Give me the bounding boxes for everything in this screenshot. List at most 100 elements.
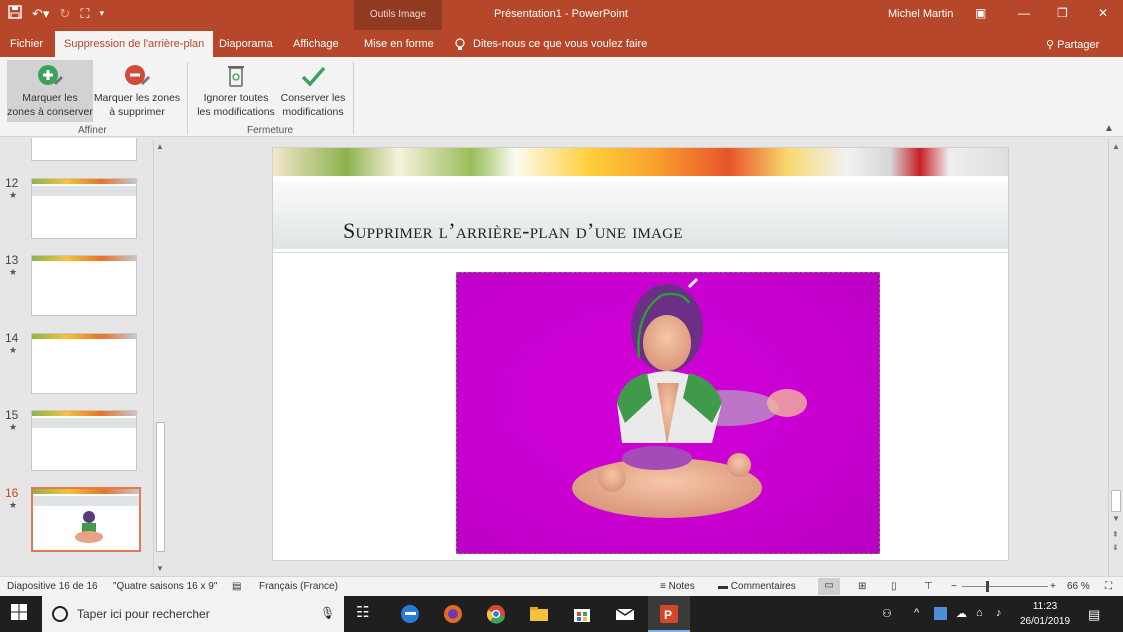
slide-number: 16 xyxy=(5,486,19,500)
ribbon-display-options-icon[interactable]: ▣ xyxy=(975,6,986,20)
slideshow-start-icon[interactable]: ⛶ xyxy=(80,6,89,22)
powerpoint-icon: P xyxy=(658,603,680,628)
slide-counter: Diapositive 16 de 16 xyxy=(7,581,98,592)
scrollbar-thumb[interactable] xyxy=(1111,490,1121,512)
close-icon[interactable]: ✕ xyxy=(1098,6,1108,20)
comment-icon: ▬ xyxy=(718,581,731,592)
edge-icon[interactable] xyxy=(399,603,421,625)
language[interactable]: Français (France) xyxy=(259,581,338,592)
lightbulb-icon xyxy=(455,38,465,54)
redo-icon[interactable]: ↻ xyxy=(59,6,70,22)
scrollbar-thumb[interactable] xyxy=(156,422,165,552)
undo-icon[interactable]: ↶▾ xyxy=(32,6,49,22)
slideshow-icon[interactable]: ⊤ xyxy=(924,581,933,592)
microphone-icon[interactable]: 🎙 xyxy=(320,606,335,620)
taskbar-search-box[interactable]: Taper ici pour rechercher 🎙 xyxy=(42,596,344,632)
mark-areas-to-remove-button[interactable]: Marquer les zones à supprimer xyxy=(93,60,181,122)
discard-label-1: Ignorer toutes xyxy=(203,92,269,104)
tab-affichage[interactable]: Affichage xyxy=(293,38,339,50)
chrome-icon[interactable] xyxy=(485,603,507,625)
onedrive-icon[interactable]: ☁ xyxy=(956,607,967,620)
mark-keep-label-1: Marquer les xyxy=(22,92,78,104)
animation-star-icon: ★ xyxy=(9,190,18,200)
normal-view-icon[interactable]: ▭ xyxy=(818,578,840,595)
customize-qat-icon[interactable]: ▾ xyxy=(99,8,104,19)
zoom-in-icon[interactable]: + xyxy=(1050,581,1056,592)
spellcheck-icon[interactable]: ▤ xyxy=(232,581,241,592)
file-explorer-icon[interactable] xyxy=(528,603,550,625)
clock-date: 26/01/2019 xyxy=(1019,616,1071,627)
windows-start-icon[interactable] xyxy=(10,603,32,625)
notes-button[interactable]: ≡ Notes xyxy=(660,581,695,592)
comments-button[interactable]: ▬ Commentaires xyxy=(718,581,796,592)
reading-view-icon[interactable]: ▯ xyxy=(891,581,897,592)
mail-icon[interactable] xyxy=(614,603,636,625)
firefox-icon[interactable] xyxy=(442,603,464,625)
zoom-slider-thumb[interactable] xyxy=(986,581,989,592)
mark-areas-to-keep-button[interactable]: Marquer les zones à conserver xyxy=(7,60,93,122)
tab-mise-en-forme[interactable]: Mise en forme xyxy=(364,38,434,50)
thumbnails-scrollbar[interactable]: ▲ ▼ xyxy=(153,140,166,574)
share-button[interactable]: ⚲ Partager xyxy=(1046,38,1099,51)
checkmark-icon xyxy=(299,63,327,89)
current-slide[interactable]: Supprimer l’arrière-plan d’une image xyxy=(272,147,1009,561)
slide-thumbnail-11[interactable] xyxy=(31,138,137,161)
next-slide-icon[interactable]: ⇟ xyxy=(1112,543,1119,552)
task-view-icon[interactable]: ☷ xyxy=(356,603,378,625)
slide-scrollbar[interactable]: ▲ ▼ ⇞ ⇟ xyxy=(1108,138,1123,576)
volume-icon[interactable]: ♪ xyxy=(996,607,1002,619)
restore-icon[interactable]: ❐ xyxy=(1057,6,1068,20)
scroll-up-arrow-icon[interactable]: ▲ xyxy=(1112,142,1120,151)
tell-me-text: Dites-nous ce que vous voulez faire xyxy=(473,38,648,50)
person-icon: ⚲ xyxy=(1046,39,1058,51)
fit-to-window-icon[interactable]: ⛶ xyxy=(1105,581,1112,592)
slide-thumbnail-16[interactable] xyxy=(31,487,141,552)
zoom-out-icon[interactable]: − xyxy=(951,581,957,592)
slide-thumbnail-14[interactable] xyxy=(31,333,137,394)
zoom-level[interactable]: 66 % xyxy=(1067,581,1090,592)
slide-thumbnail-13[interactable] xyxy=(31,255,137,316)
people-icon[interactable]: ⚇ xyxy=(882,607,892,620)
tell-me-box[interactable]: Dites-nous ce que vous voulez faire xyxy=(455,38,647,54)
tab-diaporama[interactable]: Diaporama xyxy=(219,38,273,50)
quick-access-toolbar: ↶▾ ↻ ⛶ ▾ xyxy=(8,5,104,22)
user-name[interactable]: Michel Martin xyxy=(888,8,953,20)
slide-title[interactable]: Supprimer l’arrière-plan d’une image xyxy=(343,218,683,244)
scroll-down-arrow-icon[interactable]: ▼ xyxy=(156,564,164,573)
child-thumbnail-image xyxy=(75,511,103,543)
background-removal-image[interactable] xyxy=(456,272,880,554)
zoom-slider[interactable] xyxy=(962,586,1048,587)
minimize-icon[interactable]: — xyxy=(1018,6,1030,20)
system-clock[interactable]: 11:23 26/01/2019 xyxy=(1019,599,1071,629)
save-icon[interactable] xyxy=(8,5,22,22)
slide-thumbnail-15[interactable] xyxy=(31,410,137,471)
animation-star-icon: ★ xyxy=(9,422,18,432)
animation-star-icon: ★ xyxy=(9,267,18,277)
scroll-down-arrow-icon[interactable]: ▼ xyxy=(1112,514,1120,523)
plus-pencil-icon xyxy=(36,63,64,89)
scroll-up-arrow-icon[interactable]: ▲ xyxy=(156,142,164,151)
tab-fichier[interactable]: Fichier xyxy=(10,38,43,50)
notifications-icon[interactable]: ▤ xyxy=(1088,607,1100,623)
flower-banner-image xyxy=(273,148,1008,176)
keep-changes-button[interactable]: Conserver les modifications xyxy=(278,60,348,122)
store-icon[interactable] xyxy=(571,603,593,625)
powerpoint-taskbar-button[interactable]: P xyxy=(648,596,690,632)
clock-time: 11:23 xyxy=(1032,601,1058,612)
tab-background-removal[interactable]: Suppression de l'arrière-plan xyxy=(55,31,214,57)
slide-sorter-icon[interactable]: ⊞ xyxy=(858,581,866,592)
svg-text:P: P xyxy=(664,608,672,622)
group-separator xyxy=(353,62,354,134)
show-hidden-icons-icon[interactable]: ^ xyxy=(914,607,919,619)
recycle-bin-icon xyxy=(222,63,250,89)
slide-number: 15 xyxy=(5,408,19,422)
title-bar: ↶▾ ↻ ⛶ ▾ Outils Image Présentation1 - Po… xyxy=(0,0,1123,57)
discard-all-changes-button[interactable]: Ignorer toutes les modifications xyxy=(195,60,277,122)
previous-slide-icon[interactable]: ⇞ xyxy=(1112,530,1119,539)
network-app-icon[interactable] xyxy=(934,607,947,620)
contextual-tab-label: Outils Image xyxy=(369,9,427,20)
slide-thumbnail-12[interactable] xyxy=(31,178,137,239)
wifi-icon[interactable]: ⌂ xyxy=(976,607,983,619)
collapse-ribbon-icon[interactable]: ▲ xyxy=(1104,123,1114,134)
group-label-affiner: Affiner xyxy=(78,125,107,136)
